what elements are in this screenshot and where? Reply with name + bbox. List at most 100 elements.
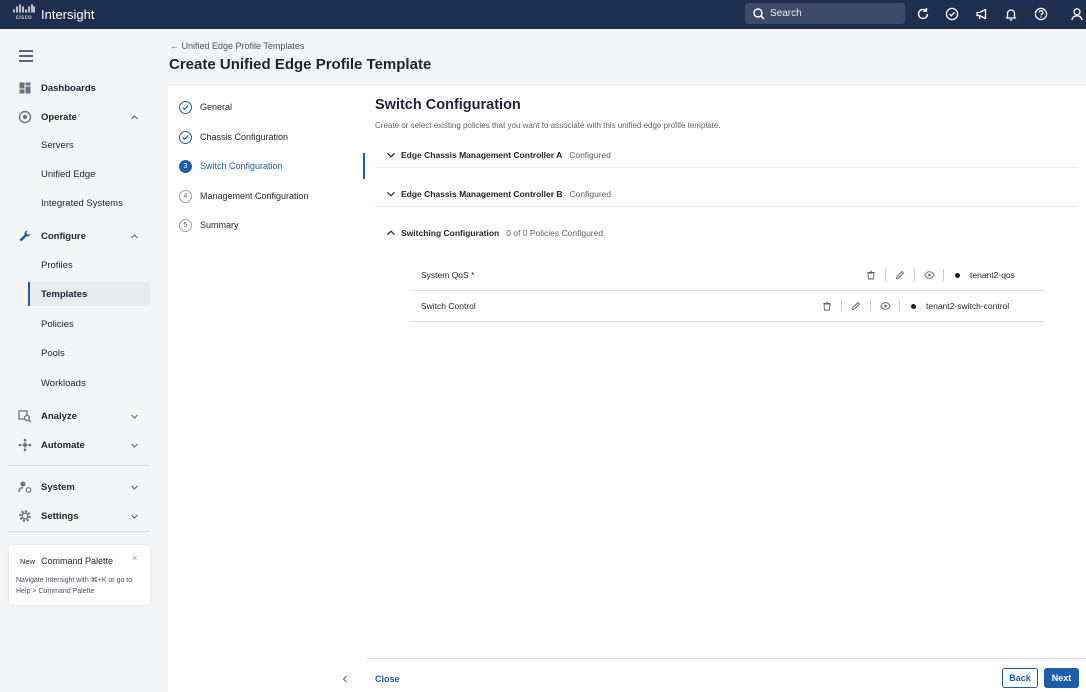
policy-value[interactable]: tenant2-switch-control bbox=[926, 301, 1009, 311]
sidebar-item-automate[interactable]: Automate bbox=[0, 433, 160, 457]
chevron-up-icon bbox=[131, 233, 138, 238]
next-button[interactable]: Next bbox=[1044, 668, 1079, 688]
step-label: Summary bbox=[200, 220, 239, 230]
divider bbox=[885, 269, 886, 281]
sidebar-item-policies[interactable]: Policies bbox=[0, 312, 160, 336]
sidebar-item-analyze[interactable]: Analyze bbox=[0, 404, 160, 428]
eye-icon[interactable] bbox=[922, 268, 936, 282]
check-icon bbox=[179, 130, 192, 144]
page-title: Create Unified Edge Profile Template bbox=[169, 56, 432, 73]
chevron-left-icon[interactable] bbox=[340, 674, 350, 684]
accordion-controller-a[interactable]: Edge Chassis Management Controller A Con… bbox=[375, 142, 1078, 168]
status-dot bbox=[911, 303, 916, 309]
policy-row-switch-control: Switch Control tenant2-switch-control bbox=[410, 291, 1044, 322]
search-input[interactable]: Search bbox=[745, 3, 905, 24]
app-name: Intersight bbox=[41, 6, 95, 22]
step-general[interactable]: General bbox=[179, 99, 232, 115]
status-dot bbox=[955, 272, 960, 278]
sidebar-item-dashboards[interactable]: Dashboards bbox=[0, 76, 160, 100]
breadcrumb-back-link[interactable]: ← Unified Edge Profile Templates bbox=[170, 41, 304, 51]
help-link[interactable]: Help > Command Palette bbox=[16, 588, 94, 595]
command-palette-title: Command Palette bbox=[41, 556, 114, 566]
sidebar-item-pools[interactable]: Pools bbox=[0, 341, 160, 365]
brand[interactable]: cisco Intersight bbox=[12, 4, 94, 24]
system-icon bbox=[18, 480, 32, 494]
accordion-title: Switching Configuration bbox=[401, 228, 500, 238]
sidebar-item-settings[interactable]: Settings bbox=[0, 504, 160, 528]
step-chassis-configuration[interactable]: Chassis Configuration bbox=[179, 129, 288, 145]
sidebar-item-workloads[interactable]: Workloads bbox=[0, 371, 160, 395]
accordion-switching-configuration[interactable]: Switching Configuration 0 of 0 Policies … bbox=[375, 220, 1078, 246]
help-icon[interactable] bbox=[1032, 5, 1050, 23]
footer-divider bbox=[365, 658, 1086, 659]
sidebar-item-label: System bbox=[41, 481, 75, 493]
chevron-down-icon bbox=[387, 191, 395, 197]
close-icon[interactable]: × bbox=[132, 553, 137, 563]
sidebar-item-profiles[interactable]: Profiles bbox=[0, 253, 160, 277]
new-badge: New bbox=[20, 557, 36, 566]
divider bbox=[914, 269, 915, 281]
sidebar-item-configure[interactable]: Configure bbox=[0, 224, 160, 248]
check-circle-icon[interactable] bbox=[943, 5, 961, 23]
accordion-title: Edge Chassis Management Controller B bbox=[401, 188, 563, 199]
bell-icon[interactable] bbox=[1002, 5, 1020, 23]
sidebar-item-servers[interactable]: Servers bbox=[0, 133, 160, 157]
chevron-up-icon bbox=[131, 114, 138, 119]
refresh-icon[interactable] bbox=[914, 5, 932, 23]
accordion-controller-b[interactable]: Edge Chassis Management Controller B Con… bbox=[375, 181, 1078, 207]
step-management-configuration[interactable]: 4 Management Configuration bbox=[179, 188, 309, 204]
chevron-down-icon bbox=[131, 414, 138, 419]
menu-icon[interactable] bbox=[19, 50, 33, 62]
sidebar: Dashboards Operate Servers Unified Edge … bbox=[0, 29, 160, 692]
step-summary[interactable]: 5 Summary bbox=[179, 217, 239, 233]
operate-icon bbox=[18, 110, 32, 124]
step-label: Management Configuration bbox=[200, 191, 309, 201]
chevron-down-icon bbox=[131, 485, 138, 490]
command-palette-card: New Command Palette × Navigate Intersigh… bbox=[9, 545, 150, 605]
divider bbox=[841, 300, 842, 312]
megaphone-icon[interactable] bbox=[973, 5, 991, 23]
sidebar-item-label: Templates bbox=[41, 288, 88, 300]
section-subtitle: Create or select existing policies that … bbox=[375, 121, 721, 130]
step-label: Switch Configuration bbox=[200, 161, 283, 171]
step-label: General bbox=[200, 102, 233, 112]
trash-icon[interactable] bbox=[820, 299, 834, 313]
command-palette-description: Navigate Intersight with ⌘+K or go to He… bbox=[16, 575, 146, 597]
policy-actions: tenant2-qos bbox=[864, 268, 1015, 282]
close-button[interactable]: Close bbox=[375, 674, 400, 684]
sidebar-item-label: Workloads bbox=[41, 377, 86, 389]
dashboard-icon bbox=[18, 81, 32, 95]
accordion-title: Edge Chassis Management Controller A bbox=[401, 149, 563, 160]
policy-value[interactable]: tenant2-qos bbox=[970, 270, 1015, 280]
user-icon[interactable] bbox=[1068, 5, 1086, 23]
sidebar-item-label: Servers bbox=[41, 139, 74, 151]
accordion-status: 0 of 0 Policies Configured bbox=[506, 228, 604, 238]
divider bbox=[870, 300, 871, 312]
eye-icon[interactable] bbox=[878, 299, 892, 313]
edit-icon[interactable] bbox=[849, 299, 863, 313]
sidebar-item-label: Configure bbox=[41, 230, 86, 242]
accordion-status: Configured bbox=[569, 188, 612, 199]
section-title: Switch Configuration bbox=[375, 97, 521, 113]
divider bbox=[899, 300, 900, 312]
sidebar-item-label: Settings bbox=[41, 510, 79, 522]
edit-icon[interactable] bbox=[893, 268, 907, 282]
sidebar-item-label: Operate bbox=[41, 111, 77, 123]
step-switch-configuration[interactable]: 3 Switch Configuration bbox=[179, 158, 283, 174]
check-icon bbox=[179, 100, 192, 114]
chevron-down-icon bbox=[131, 514, 138, 519]
wizard-panel: General Chassis Configuration 3 Switch C… bbox=[168, 86, 1086, 692]
sidebar-item-label: Pools bbox=[41, 347, 65, 359]
sidebar-item-integrated-systems[interactable]: Integrated Systems bbox=[0, 191, 160, 215]
top-bar: cisco Intersight Search bbox=[0, 0, 1086, 29]
sidebar-item-label: Integrated Systems bbox=[41, 197, 123, 209]
back-button[interactable]: Back bbox=[1002, 668, 1038, 688]
sidebar-item-unified-edge[interactable]: Unified Edge bbox=[0, 162, 160, 186]
sidebar-item-system[interactable]: System bbox=[0, 475, 160, 499]
chevron-up-icon bbox=[387, 230, 395, 236]
sidebar-item-operate[interactable]: Operate bbox=[0, 105, 160, 129]
sidebar-item-label: Analyze bbox=[41, 410, 77, 422]
sidebar-item-templates[interactable]: Templates bbox=[28, 282, 150, 306]
trash-icon[interactable] bbox=[864, 268, 878, 282]
step-number: 4 bbox=[179, 189, 192, 203]
